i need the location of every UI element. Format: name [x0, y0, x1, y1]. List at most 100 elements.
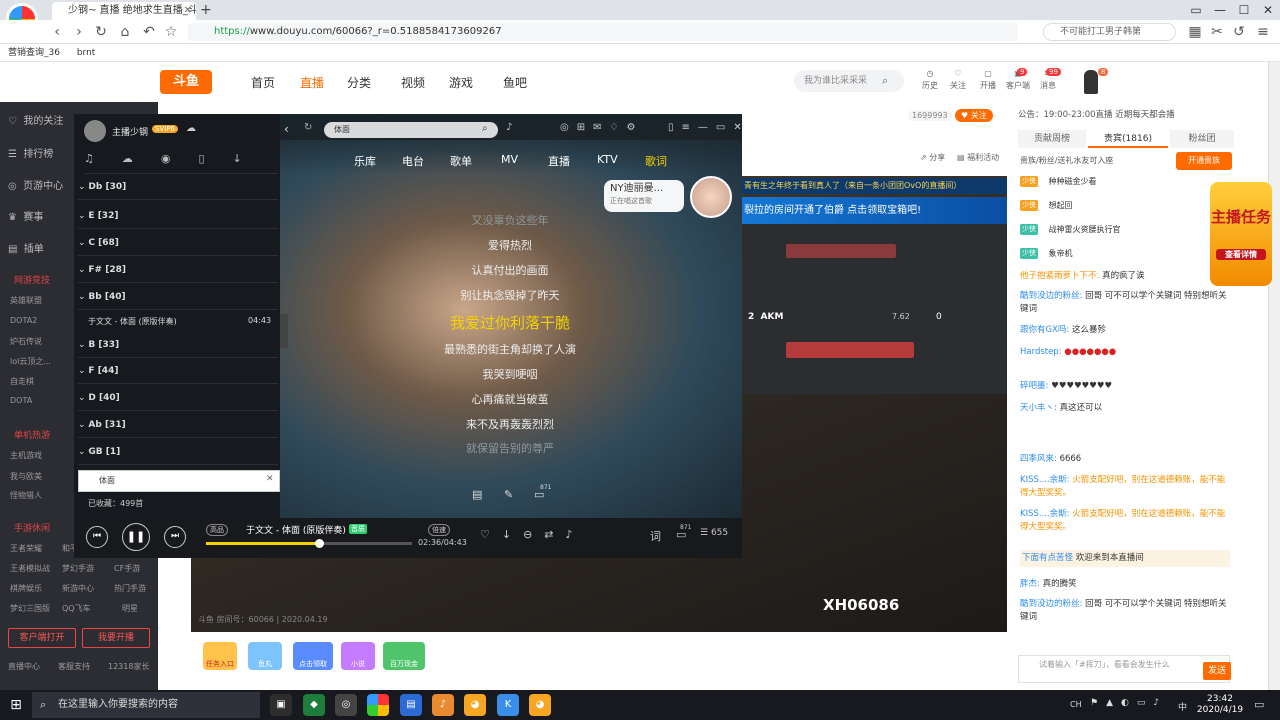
browser-app-icon[interactable] [367, 694, 389, 716]
lyric-toggle[interactable]: 词 [650, 528, 661, 544]
refresh-icon[interactable]: ↻ [92, 22, 110, 42]
sidebar-game[interactable]: 棋牌娱乐 [10, 583, 42, 594]
chat-message[interactable]: 下面有点苦怪 欢迎来到本直播间 [1020, 550, 1230, 567]
share-button[interactable]: ⇗ 分享 [920, 152, 945, 163]
refresh-icon[interactable]: ↻ [304, 122, 312, 133]
minimize-icon[interactable]: — [1208, 0, 1232, 20]
avatar[interactable] [84, 120, 106, 142]
nav-home[interactable]: 首页 [251, 74, 275, 91]
player-tab-lyrics[interactable]: 歌词 [645, 153, 667, 169]
tools-icon[interactable]: ✂ [1208, 22, 1226, 42]
page-scrollbar[interactable] [1268, 62, 1280, 692]
open-vip-button[interactable]: 开通贵族 [1176, 152, 1232, 170]
tray-text[interactable]: CH [1070, 700, 1082, 709]
taskbar-search-input[interactable]: 在这里输入你要搜索的内容 [32, 692, 260, 718]
task-detail-button[interactable]: 查看详情 [1216, 249, 1266, 260]
sidebar-item-rank[interactable]: ☰ 排行榜 [8, 145, 53, 160]
follow-icon[interactable]: ♡ 关注 [946, 68, 970, 92]
send-button[interactable]: 发送 [1203, 662, 1231, 680]
taskview-icon[interactable]: ▣ [270, 694, 292, 716]
player-username[interactable]: 主播少钢 [112, 125, 148, 138]
menu-icon[interactable]: ≡ [1254, 22, 1272, 42]
list-item[interactable]: 少侠 象帝机 [1020, 243, 1073, 265]
tab-fans[interactable]: 粉丝团 [1170, 130, 1234, 148]
chat-input[interactable]: 试着输入「#挥刀」，看看会发生什么 [1018, 655, 1230, 683]
mic-icon[interactable]: ♪ [506, 122, 512, 133]
browser-tab[interactable]: 少钢~ 直播 绝地求生直播_斗... ✕ [52, 2, 196, 20]
chat-message[interactable]: KISS....余斯: 火箭支配好吧，别在这道德赖账，能不能得大型奖奖。 [1020, 474, 1230, 500]
novel-icon[interactable]: 小说 [341, 642, 375, 670]
player-tab-live[interactable]: 直播 [548, 153, 570, 169]
sidebar-game[interactable]: 王者荣耀 [10, 543, 42, 554]
song-item[interactable]: 于文文 - 体面 (原版伴奏) [88, 316, 177, 327]
bookmark-item[interactable]: brnt [77, 48, 96, 58]
history-icon[interactable]: ◷ 历史 [918, 68, 942, 92]
maximize-icon[interactable]: ☐ [1232, 0, 1256, 20]
tab-vip[interactable]: 贵宾(1816) [1088, 130, 1168, 148]
sidebar-game[interactable]: CF手游 [114, 563, 140, 574]
list-item[interactable]: ⌄ Db [30] [78, 174, 278, 200]
nav-fishbar[interactable]: 鱼吧 [503, 74, 527, 91]
sidebar-footer-link[interactable]: 直播中心 [8, 661, 40, 672]
chat-message[interactable]: 胖杰: 真的腾笑 [1020, 578, 1230, 591]
url-field[interactable]: https://www.douyu.com/60066?_r=0.5188584… [188, 23, 1018, 41]
sidebar-game[interactable]: 主机游戏 [10, 450, 42, 461]
player-tab-radio[interactable]: 电台 [402, 153, 424, 169]
pause-icon[interactable]: ❚❚ [122, 523, 150, 551]
browser-search-field[interactable]: 不可能打工男子韩第 [1043, 23, 1176, 41]
douyu-logo[interactable]: 斗鱼 [160, 70, 212, 94]
douyu-app-icon[interactable]: ◕ [464, 694, 486, 716]
tray-icons[interactable]: ⚑▲◐▭♪ [1090, 698, 1167, 708]
player-search-input[interactable]: 体面 [324, 122, 498, 138]
chat-message[interactable]: 酷到没边的粉丝: 回哥 可不可以学个关键词 特别想听关键词 [1020, 290, 1230, 316]
player-tab-library[interactable]: 乐库 [354, 153, 376, 169]
cloud-icon[interactable]: ☁ [186, 123, 196, 134]
search-icon[interactable]: ⌕ [482, 123, 488, 134]
chat-message[interactable]: 碎吧墨: ♥♥♥♥♥♥♥♥ [1020, 380, 1230, 393]
search-icon[interactable]: ⌕ [882, 74, 888, 88]
sidebar-game[interactable]: 炉石传说 [10, 336, 42, 347]
nav-live[interactable]: 直播 [300, 74, 324, 91]
next-icon[interactable]: ⏭ [164, 526, 186, 548]
collapse-handle[interactable] [280, 314, 288, 348]
nav-video[interactable]: 视频 [401, 74, 425, 91]
taskbar-clock[interactable]: 23:42 2020/4/19 [1196, 694, 1244, 716]
list-item[interactable]: ⌄ Ab [31] [78, 412, 278, 438]
list-item[interactable]: 少侠 想起回 [1020, 195, 1073, 217]
sidebar-footer-link[interactable]: 客服支持 [58, 661, 90, 672]
task-entry-icon[interactable]: 任务入口 [203, 642, 237, 670]
playlist-icon[interactable]: ☰ 655 [700, 528, 728, 538]
sidebar-game[interactable]: 新游中心 [62, 583, 94, 594]
claim-icon[interactable]: 点击领取 [293, 642, 333, 670]
player-toolbar-icons[interactable]: ◎⊞✉♢⚙ [560, 122, 643, 133]
close-icon[interactable]: ✕ [266, 474, 274, 484]
sidebar-game[interactable]: 热门手游 [114, 583, 146, 594]
sidebar-game[interactable]: DOTA [10, 396, 32, 405]
lyric-mode-icon[interactable]: ▤ [472, 488, 482, 501]
fishball-icon[interactable]: 鱼丸 [248, 642, 282, 670]
windows-start-icon[interactable]: ⊞ [0, 690, 32, 720]
follow-button[interactable]: ♥ 关注 [955, 109, 993, 122]
pin-icon[interactable]: ▭ [1184, 0, 1208, 20]
list-item[interactable]: ⌄ F [44] [78, 358, 278, 384]
tab-contribution[interactable]: 贡献周榜 [1018, 130, 1086, 148]
back-arrow-icon[interactable]: ‹ [284, 122, 289, 136]
app-icon[interactable]: ▤ [400, 694, 422, 716]
list-item[interactable]: ⌄ E [32] [78, 203, 278, 229]
app-icon[interactable]: ◆ [303, 694, 325, 716]
edit-icon[interactable]: ✎ [504, 488, 513, 501]
list-item[interactable]: ⌄ D [40] [78, 385, 278, 411]
list-item[interactable]: ⌄ F# [28] [78, 257, 278, 283]
sidebar-footer-link[interactable]: 12318家长 [108, 661, 149, 672]
douyu-app-icon[interactable]: ◕ [529, 694, 551, 716]
player-action-icons[interactable]: ♡↓⊖⇄♪ [480, 528, 585, 541]
sidebar-search-input[interactable]: 体面 [78, 470, 280, 492]
close-tab-icon[interactable]: ✕ [184, 2, 192, 20]
window-controls[interactable]: ▯≡—▭✕ [668, 122, 750, 133]
chat-message[interactable]: KISS....余斯: 火箭支配好吧，别在这道德赖账，能不能得大型奖奖。 [1020, 508, 1230, 534]
chat-message[interactable]: 天小丰ヽ: 真这还可以 [1020, 402, 1230, 415]
quality-tag[interactable]: 高品 [206, 524, 228, 536]
player-tab-ktv[interactable]: KTV [597, 153, 618, 166]
sidebar-game[interactable]: 明星 [122, 603, 138, 614]
bookmark-item[interactable]: 营销查询_36 [8, 48, 60, 58]
